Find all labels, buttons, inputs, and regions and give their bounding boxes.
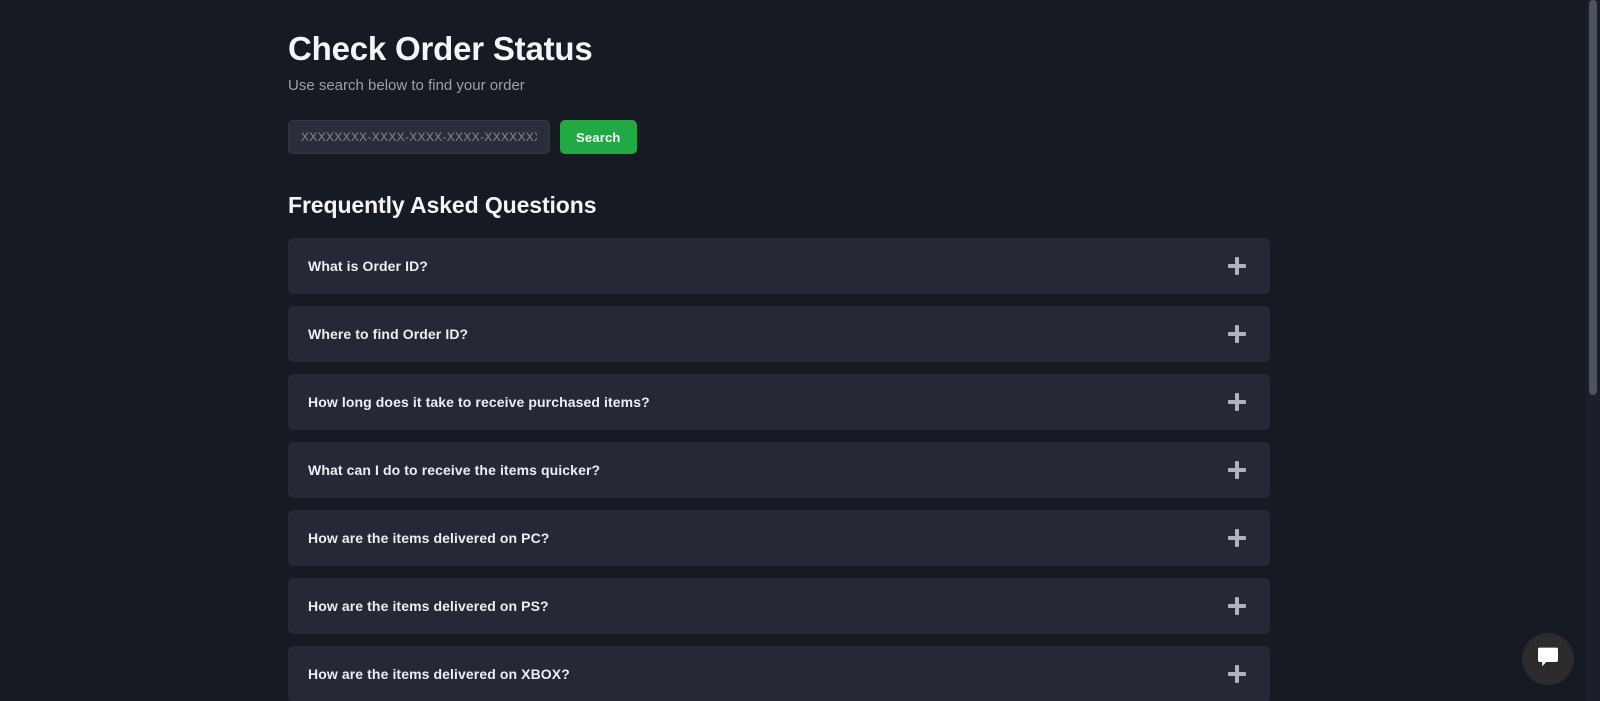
faq-question-label: How are the items delivered on PC?	[308, 530, 550, 546]
browser-viewport: Check Order Status Use search below to f…	[0, 0, 1600, 701]
faq-question-label: How are the items delivered on XBOX?	[308, 666, 570, 682]
faq-question-label: How long does it take to receive purchas…	[308, 394, 650, 410]
faq-question-label: What is Order ID?	[308, 258, 428, 274]
plus-icon[interactable]	[1228, 257, 1246, 275]
faq-item[interactable]: What is Order ID?	[288, 238, 1270, 294]
faq-item[interactable]: How are the items delivered on PS?	[288, 578, 1270, 634]
search-button[interactable]: Search	[560, 120, 637, 154]
faq-question-label: How are the items delivered on PS?	[308, 598, 549, 614]
faq-item[interactable]: What can I do to receive the items quick…	[288, 442, 1270, 498]
scrollbar-thumb[interactable]	[1589, 0, 1597, 395]
plus-icon[interactable]	[1228, 597, 1246, 615]
plus-icon-vertical-bar	[1235, 665, 1239, 683]
order-search-form: Search	[288, 120, 1270, 154]
order-id-input[interactable]	[288, 120, 550, 154]
plus-icon[interactable]	[1228, 325, 1246, 343]
plus-icon-vertical-bar	[1235, 257, 1239, 275]
plus-icon[interactable]	[1228, 393, 1246, 411]
faq-item[interactable]: Where to find Order ID?	[288, 306, 1270, 362]
page-content: Check Order Status Use search below to f…	[288, 0, 1270, 701]
faq-item[interactable]: How are the items delivered on PC?	[288, 510, 1270, 566]
plus-icon-vertical-bar	[1235, 461, 1239, 479]
plus-icon[interactable]	[1228, 461, 1246, 479]
faq-item[interactable]: How are the items delivered on XBOX?	[288, 646, 1270, 701]
faq-question-label: What can I do to receive the items quick…	[308, 462, 601, 478]
page-scrollbar[interactable]	[1586, 0, 1600, 701]
plus-icon-vertical-bar	[1235, 325, 1239, 343]
faq-list: What is Order ID? Where to find Order ID?…	[288, 238, 1270, 701]
plus-icon-vertical-bar	[1235, 393, 1239, 411]
faq-heading: Frequently Asked Questions	[288, 192, 597, 218]
plus-icon-vertical-bar	[1235, 529, 1239, 547]
faq-item[interactable]: How long does it take to receive purchas…	[288, 374, 1270, 430]
chat-launcher-button[interactable]	[1522, 633, 1574, 685]
page-body: Check Order Status Use search below to f…	[0, 0, 1586, 701]
plus-icon[interactable]	[1228, 665, 1246, 683]
faq-question-label: Where to find Order ID?	[308, 326, 469, 342]
page-title: Check Order Status	[288, 30, 593, 67]
page-subtitle: Use search below to find your order	[288, 77, 525, 94]
chat-bubble-icon	[1535, 645, 1561, 674]
plus-icon[interactable]	[1228, 529, 1246, 547]
plus-icon-vertical-bar	[1235, 597, 1239, 615]
